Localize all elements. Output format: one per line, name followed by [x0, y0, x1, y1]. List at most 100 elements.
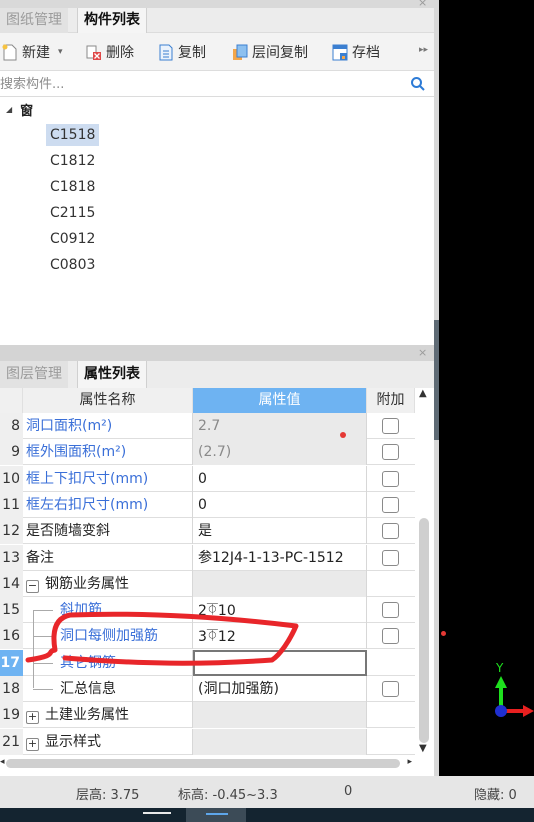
horizontal-scrollbar[interactable]: ◂ ▸	[0, 757, 415, 770]
property-name: + 土建业务属性	[23, 702, 193, 729]
extra-checkbox[interactable]	[382, 628, 399, 645]
row-number: 10	[0, 465, 23, 492]
tree-item[interactable]: C0803	[46, 254, 99, 276]
extra-checkbox[interactable]	[382, 681, 399, 697]
tab-component-list[interactable]: 构件列表	[77, 8, 147, 33]
table-row[interactable]: 17 其它钢筋	[0, 649, 415, 676]
expand-group-icon[interactable]: +	[26, 711, 39, 725]
extra-checkbox[interactable]	[382, 470, 399, 487]
property-name-text: 框外围面积(m²)	[26, 444, 127, 461]
property-value[interactable]: (洞口加强筋)	[193, 676, 367, 702]
property-name-text: 其它钢筋	[60, 654, 116, 671]
row-number: 21	[0, 728, 23, 755]
hidden-count: 隐藏: 0	[474, 788, 517, 803]
annotation-dot	[340, 432, 346, 438]
floor-copy-button[interactable]: 层间复制	[232, 42, 308, 62]
table-row[interactable]: 12 是否随墙变斜 是	[0, 518, 415, 545]
archive-button[interactable]: 存档	[332, 42, 380, 62]
row-number: 8	[0, 413, 23, 439]
search-icon[interactable]	[410, 76, 426, 92]
scroll-left-icon[interactable]: ◂	[0, 757, 5, 767]
tree-item[interactable]: C1812	[46, 150, 99, 172]
property-value[interactable]	[193, 649, 367, 676]
tree-item[interactable]: C2115	[46, 202, 99, 224]
tree-item[interactable]: C1818	[46, 176, 99, 198]
extra-checkbox[interactable]	[382, 496, 399, 513]
bottom-tabbar: 图层管理 属性列表	[0, 361, 434, 388]
table-row[interactable]: 15 斜加筋 2⏁10	[0, 597, 415, 624]
row-number: 12	[0, 518, 23, 545]
search-input[interactable]	[0, 72, 400, 96]
tab-layer-management[interactable]: 图层管理	[0, 361, 68, 388]
property-value[interactable]: 是	[193, 518, 367, 545]
row-number: 14	[0, 570, 23, 597]
table-row[interactable]: 16 洞口每侧加强筋 3⏁12	[0, 623, 415, 650]
tab-drawing-management[interactable]: 图纸管理	[0, 8, 68, 33]
header-row-number	[0, 388, 23, 413]
property-value[interactable]: 参12J4-1-13-PC-1512	[193, 544, 367, 571]
table-row[interactable]: 11 框左右扣尺寸(mm) 0	[0, 491, 415, 518]
rebar-grade-icon: ⏁	[206, 629, 218, 643]
new-file-icon	[2, 44, 18, 61]
property-name-text: 土建业务属性	[45, 707, 129, 724]
header-property-value[interactable]: 属性值	[193, 388, 367, 413]
table-row[interactable]: 19 + 土建业务属性	[0, 702, 415, 729]
property-value[interactable]: 3⏁12	[193, 623, 367, 650]
tree-connector	[33, 610, 34, 688]
collapse-group-icon[interactable]: −	[26, 579, 39, 593]
tree-item[interactable]: C0912	[46, 228, 99, 250]
scroll-up-icon[interactable]: ▲	[419, 388, 427, 399]
scroll-right-icon[interactable]: ▸	[407, 757, 412, 767]
vertical-scrollbar[interactable]: ▲ ▼	[415, 388, 434, 758]
close-property-panel-icon[interactable]: ×	[418, 346, 427, 359]
table-row[interactable]: 21 + 显示样式	[0, 728, 415, 755]
table-row[interactable]: 13 备注 参12J4-1-13-PC-1512	[0, 544, 415, 571]
property-name-text: 洞口每侧加强筋	[60, 628, 158, 645]
horizontal-scroll-thumb[interactable]	[6, 759, 400, 768]
toolbar-more-icon[interactable]: ▸▸	[419, 45, 428, 55]
table-row[interactable]: 18 汇总信息 (洞口加强筋)	[0, 676, 415, 702]
table-row[interactable]: 10 框上下扣尺寸(mm) 0	[0, 465, 415, 492]
property-value	[193, 702, 367, 729]
header-property-name[interactable]: 属性名称	[23, 388, 193, 413]
scroll-down-icon[interactable]: ▼	[419, 743, 427, 754]
new-button[interactable]: 新建 ▾	[2, 42, 63, 62]
property-value: (2.7)	[193, 439, 367, 466]
extra-checkbox[interactable]	[382, 602, 399, 619]
extra-cell	[367, 571, 415, 597]
extra-checkbox[interactable]	[382, 444, 399, 461]
tree-root-label: 窗	[20, 104, 34, 119]
drawing-canvas[interactable]: Y	[439, 0, 534, 776]
tab-property-list[interactable]: 属性列表	[77, 361, 147, 388]
vertical-scroll-thumb[interactable]	[419, 518, 429, 743]
extra-cell	[367, 676, 415, 702]
collapse-triangle-icon[interactable]: ◢	[6, 105, 12, 114]
tree-connector-branch	[33, 610, 53, 612]
tree-item[interactable]: C1518	[46, 124, 100, 146]
property-name: 框外围面积(m²)	[23, 439, 193, 466]
new-dropdown-icon[interactable]: ▾	[58, 47, 63, 57]
delete-label: 删除	[106, 45, 134, 61]
copy-icon	[158, 44, 174, 61]
tree-node-window[interactable]: ◢ 窗	[6, 100, 33, 119]
expand-group-icon[interactable]: +	[26, 737, 39, 751]
extra-cell	[367, 492, 415, 518]
table-row[interactable]: 8 洞口面积(m²) 2.7	[0, 413, 415, 439]
property-value[interactable]: 2⏁10	[193, 597, 367, 624]
extra-checkbox[interactable]	[382, 523, 399, 540]
taskbar-app[interactable]	[143, 812, 171, 822]
table-row[interactable]: 14− 钢筋业务属性	[0, 570, 415, 597]
property-value[interactable]: 0	[193, 465, 367, 492]
delete-icon	[86, 44, 102, 61]
header-extra[interactable]: 附加	[367, 388, 415, 413]
property-value[interactable]: 0	[193, 491, 367, 518]
table-row[interactable]: 9 框外围面积(m²) (2.7)	[0, 439, 415, 466]
tree-connector-branch	[33, 689, 53, 690]
delete-button[interactable]: 删除	[86, 42, 134, 62]
extra-checkbox[interactable]	[382, 549, 399, 566]
taskbar	[0, 808, 534, 822]
copy-button[interactable]: 复制	[158, 42, 206, 62]
extra-checkbox[interactable]	[382, 418, 399, 434]
extra-cell	[367, 623, 415, 649]
grid-header: 属性名称 属性值 附加	[0, 388, 415, 413]
